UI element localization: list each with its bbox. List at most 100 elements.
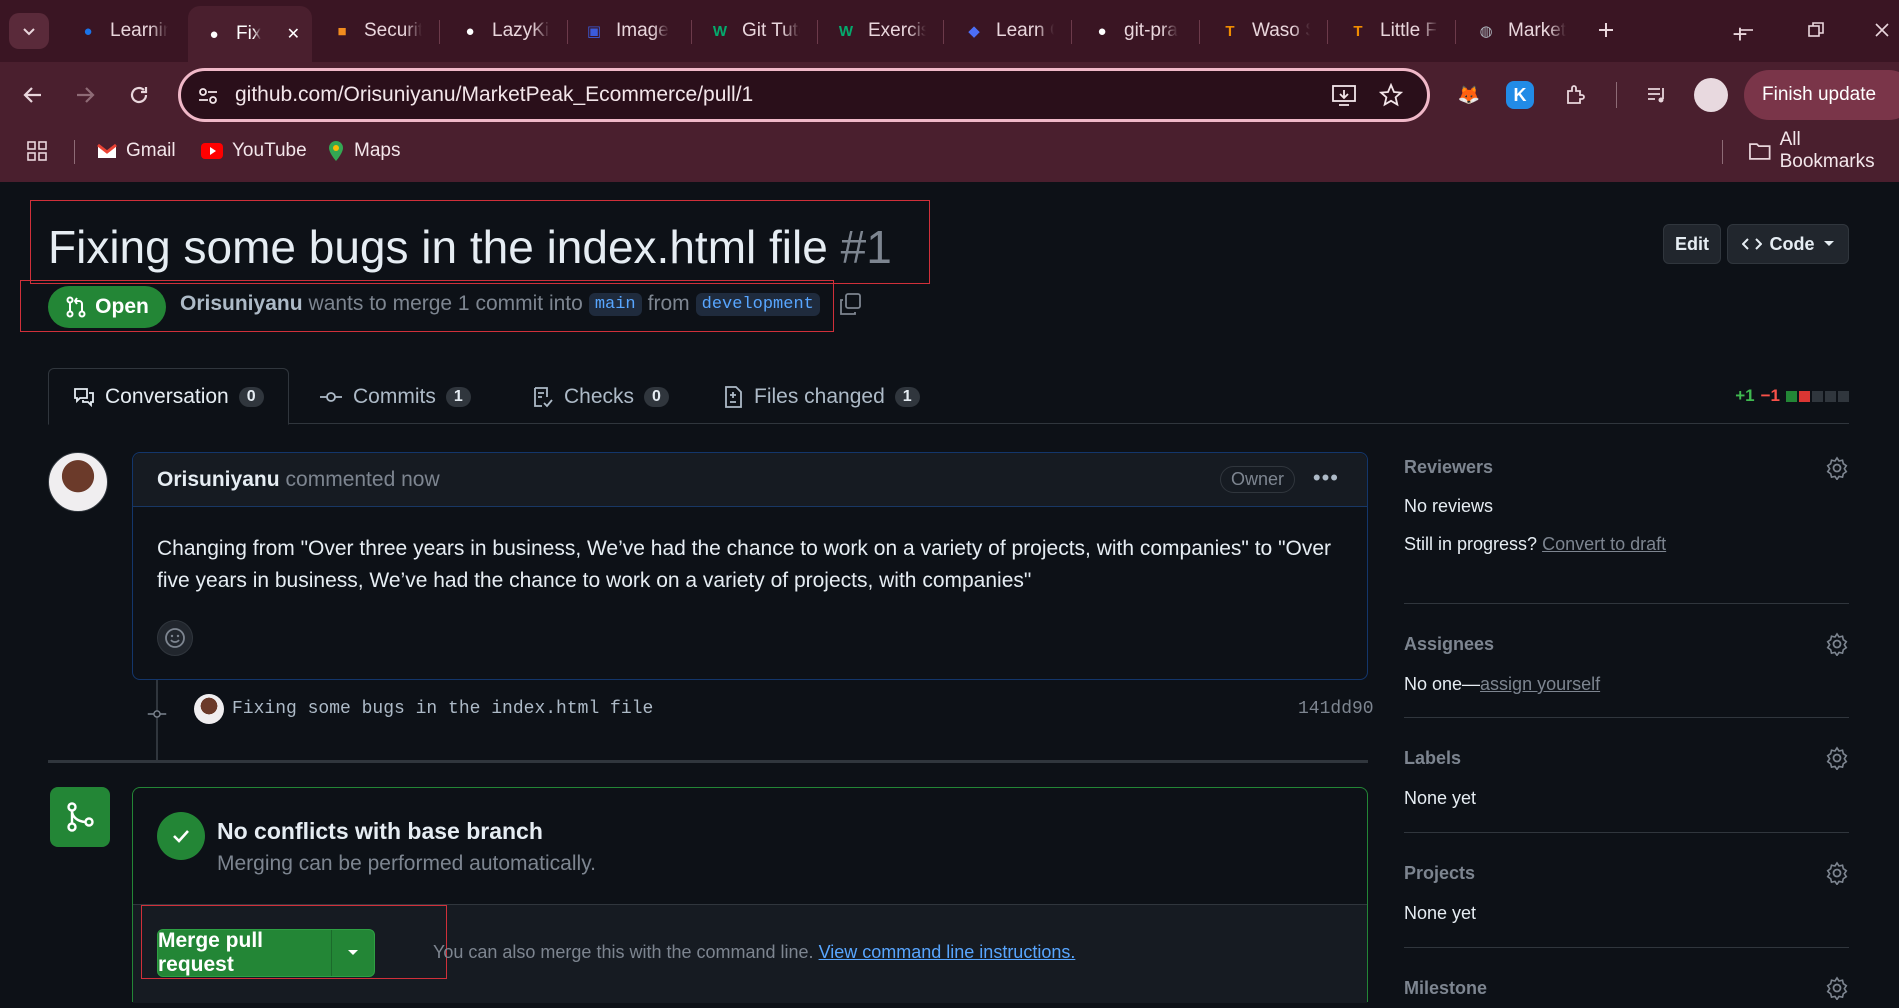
k-extension-icon[interactable]: K — [1506, 81, 1534, 109]
reload-button[interactable] — [120, 76, 158, 114]
profile-avatar[interactable] — [1694, 78, 1728, 112]
bookmark-gmail[interactable]: Gmail — [96, 136, 176, 166]
merge-text-from: from — [647, 292, 690, 315]
commit-author-avatar[interactable] — [194, 694, 224, 724]
merge-hint-text: You can also merge this with the command… — [433, 942, 814, 962]
tab-title: Waso S — [1252, 20, 1310, 41]
security-tab-icon: ■ — [337, 22, 347, 40]
all-bookmarks-button[interactable]: All Bookmarks — [1748, 129, 1899, 172]
head-branch-label[interactable]: development — [695, 292, 820, 316]
extensions-icon[interactable] — [1559, 78, 1593, 112]
tab-separator — [439, 20, 440, 44]
media-control-icon[interactable] — [1640, 78, 1674, 112]
browser-tab[interactable]: ◆ Learn C — [948, 10, 1068, 52]
tab-separator — [943, 20, 944, 44]
minimize-button[interactable] — [1726, 12, 1766, 48]
browser-tab[interactable]: ● LazyKic — [444, 10, 564, 52]
back-button[interactable] — [14, 76, 52, 114]
gear-icon[interactable] — [1825, 456, 1849, 480]
caret-down-icon — [348, 950, 359, 955]
merge-panel: No conflicts with base branch Merging ca… — [132, 787, 1368, 1003]
sidebar-assignees: Assignees No one—assign yourself — [1404, 604, 1849, 718]
avatar[interactable] — [48, 452, 108, 512]
command-line-instructions-link[interactable]: View command line instructions. — [819, 942, 1076, 962]
tab-search-button[interactable] — [9, 13, 49, 49]
browser-tab[interactable]: ■ Securit — [316, 10, 436, 52]
copy-icon[interactable] — [838, 292, 862, 316]
reviewers-value: No reviews — [1404, 496, 1494, 516]
diffstat-block — [1786, 390, 1797, 402]
gear-icon[interactable] — [1825, 632, 1849, 656]
caret-down-icon — [1823, 241, 1834, 246]
finish-update-label: Finish update — [1762, 84, 1877, 105]
pr-title-text: Fixing some bugs in the index.html file — [48, 221, 828, 273]
browser-tab[interactable]: ▣ Image — [568, 10, 688, 52]
new-tab-button[interactable] — [1586, 12, 1626, 48]
tab-conversation[interactable]: Conversation 0 — [48, 368, 289, 425]
github-icon: ● — [209, 25, 219, 43]
browser-tab[interactable]: ● Fix ✕ — [188, 6, 312, 62]
base-branch-label[interactable]: main — [588, 292, 642, 316]
sidebar-milestone: Milestone — [1404, 948, 1849, 1008]
diffstat-block — [1799, 390, 1810, 402]
plus-icon — [1599, 23, 1613, 37]
youtube-icon — [201, 143, 223, 159]
puzzle-icon — [1567, 85, 1585, 104]
comment-author[interactable]: Orisuniyanu — [157, 468, 280, 492]
browser-tab[interactable]: T Waso S — [1204, 10, 1324, 52]
t-letter-icon: T — [1353, 22, 1363, 40]
tab-commits[interactable]: Commits 1 — [295, 368, 495, 425]
more-vert-icon: ⋮ — [1890, 80, 1899, 106]
comment-options-icon[interactable]: ••• — [1313, 465, 1339, 491]
browser-tab[interactable]: ● Learnin — [62, 10, 182, 52]
close-window-button[interactable] — [1862, 12, 1899, 48]
page-title: Fixing some bugs in the index.html file … — [48, 220, 892, 274]
browser-tab[interactable]: W Git Tuto — [694, 10, 814, 52]
add-reaction-button[interactable] — [157, 620, 193, 656]
gear-icon[interactable] — [1825, 861, 1849, 885]
merge-hint: You can also merge this with the command… — [433, 942, 1075, 963]
tab-counter: 1 — [894, 386, 920, 407]
gear-icon[interactable] — [1825, 746, 1849, 770]
browser-tab[interactable]: ● git-pra — [1076, 10, 1196, 52]
forward-button[interactable] — [66, 76, 104, 114]
assign-yourself-link[interactable]: assign yourself — [1480, 674, 1600, 694]
tab-separator — [1071, 20, 1072, 44]
merge-pull-request-button[interactable]: Merge pull request — [158, 929, 333, 976]
commit-message-link[interactable]: Fixing some bugs in the index.html file — [232, 699, 653, 719]
deletions-count: −1 — [1760, 386, 1780, 405]
install-app-icon[interactable] — [1331, 84, 1357, 108]
tab-files-changed[interactable]: Files changed 1 — [698, 368, 944, 425]
close-tab-icon[interactable]: ✕ — [287, 24, 300, 44]
browser-tab[interactable]: T Little Fa — [1332, 10, 1452, 52]
finish-update-button[interactable]: Finish update ⋮ — [1744, 70, 1899, 120]
restore-button[interactable] — [1796, 12, 1836, 48]
checklist-icon — [534, 386, 553, 407]
bookmark-maps[interactable]: Maps — [326, 136, 400, 166]
commit-sha-link[interactable]: 141dd90 — [1298, 699, 1374, 719]
merge-status-title: No conflicts with base branch — [217, 818, 543, 844]
pr-author-link[interactable]: Orisuniyanu — [180, 292, 303, 316]
github-icon: ● — [1097, 22, 1107, 40]
all-bookmarks-label: All Bookmarks — [1779, 129, 1875, 172]
comment-time[interactable]: commented now — [286, 468, 440, 492]
bookmarks-divider — [1722, 140, 1723, 164]
apps-button[interactable] — [26, 136, 48, 166]
edit-title-button[interactable]: Edit — [1663, 224, 1721, 264]
timeline-divider — [48, 760, 1368, 763]
gear-icon[interactable] — [1825, 976, 1849, 1000]
metamask-icon[interactable]: 🦊 — [1452, 78, 1486, 112]
browser-toolbar: github.com/Orisuniyanu/MarketPeak_Ecomme… — [0, 62, 1899, 128]
browser-tab[interactable]: W Exercis — [820, 10, 940, 52]
convert-to-draft-link[interactable]: Convert to draft — [1542, 534, 1666, 554]
site-info-icon[interactable] — [197, 85, 219, 107]
bookmark-star-icon[interactable] — [1379, 83, 1403, 107]
tab-checks[interactable]: Checks 0 — [508, 368, 693, 425]
bookmark-label: YouTube — [232, 140, 307, 161]
browser-tab[interactable]: ◍ Market — [1460, 10, 1580, 52]
merge-method-dropdown[interactable] — [332, 930, 374, 976]
address-bar[interactable]: github.com/Orisuniyanu/MarketPeak_Ecomme… — [178, 68, 1430, 122]
bookmark-youtube[interactable]: YouTube — [200, 136, 307, 166]
url-text[interactable]: github.com/Orisuniyanu/MarketPeak_Ecomme… — [235, 83, 753, 107]
code-button[interactable]: Code — [1727, 224, 1849, 264]
